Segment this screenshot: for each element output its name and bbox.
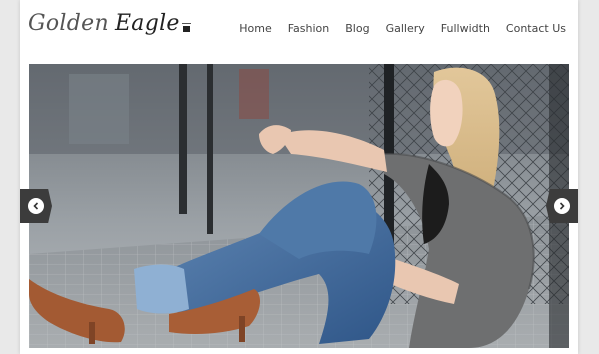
nav-item-gallery[interactable]: Gallery [378, 22, 433, 35]
page-container: Golden Eagle Home Fashion Blog Gallery Fu… [20, 0, 578, 354]
hero-slide-image[interactable] [29, 64, 569, 348]
nav-item-blog[interactable]: Blog [337, 22, 377, 35]
nav-item-contact-us[interactable]: Contact Us [498, 22, 566, 35]
site-logo[interactable]: Golden Eagle [28, 11, 191, 36]
site-header: Golden Eagle Home Fashion Blog Gallery Fu… [20, 0, 578, 62]
nav-item-home[interactable]: Home [231, 22, 279, 35]
slider-prev-button[interactable] [20, 189, 52, 223]
nav-item-fullwidth[interactable]: Fullwidth [433, 22, 498, 35]
slider-next-button[interactable] [546, 189, 578, 223]
main-nav: Home Fashion Blog Gallery Fullwidth Cont… [231, 22, 566, 35]
logo-word-eagle: Eagle [114, 11, 180, 36]
logo-mark-icon [181, 23, 191, 32]
hero-photo [29, 64, 569, 348]
chevron-left-icon [28, 198, 44, 214]
chevron-right-icon [554, 198, 570, 214]
logo-word-golden: Golden [28, 11, 109, 36]
nav-item-fashion[interactable]: Fashion [280, 22, 338, 35]
